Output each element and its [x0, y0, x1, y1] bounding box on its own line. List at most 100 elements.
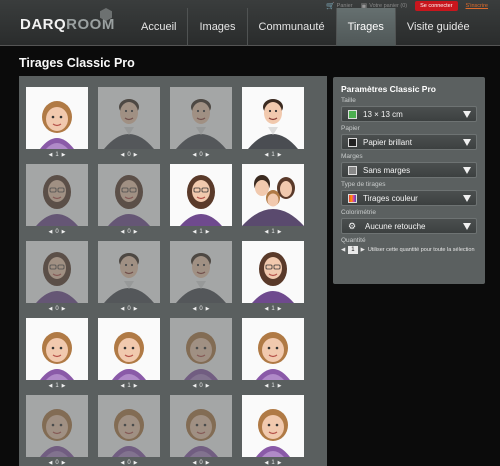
nav-item-4[interactable]: Visite guidée [394, 8, 481, 46]
dropdown-caret-icon [463, 139, 471, 146]
photo-quantity: 1 [271, 152, 275, 158]
select-2[interactable]: Sans marges [341, 162, 477, 178]
increase-arrow-icon[interactable]: ▶ [134, 229, 138, 235]
photo-thumbnail[interactable] [98, 318, 160, 380]
nav-item-2[interactable]: Communauté [246, 8, 336, 46]
decrease-arrow-icon[interactable]: ◀ [48, 383, 52, 389]
quantity-stepper: ◀ 1 ▶ [170, 228, 232, 236]
select-3[interactable]: Tirages couleur [341, 190, 477, 206]
dropdown-caret-icon [463, 223, 471, 230]
increase-arrow-icon[interactable]: ▶ [134, 383, 138, 389]
quantity-stepper: ◀ 1 ▶ [242, 305, 304, 313]
photo-thumbnail[interactable] [98, 241, 160, 303]
paper-icon [348, 137, 357, 147]
increase-arrow-icon[interactable]: ▶ [278, 383, 282, 389]
photo-thumbnail[interactable] [170, 87, 232, 149]
photo-thumbnail[interactable] [26, 318, 88, 380]
increase-arrow-icon[interactable]: ▶ [206, 383, 210, 389]
decrease-arrow-icon[interactable]: ◀ [120, 460, 124, 466]
photo-cell: ◀ 0 ▶ [170, 395, 232, 466]
photo-thumbnail[interactable] [242, 241, 304, 303]
nav-item-1[interactable]: Images [187, 8, 246, 46]
decrease-arrow-icon[interactable]: ◀ [120, 306, 124, 312]
decrease-arrow-icon[interactable]: ◀ [48, 306, 52, 312]
increase-arrow-icon[interactable]: ▶ [134, 460, 138, 466]
select-0[interactable]: 13 × 13 cm [341, 106, 477, 122]
quantity-decrease-icon[interactable]: ◀ [341, 247, 345, 253]
photo-quantity: 0 [199, 306, 203, 312]
photo-thumbnail[interactable] [170, 318, 232, 380]
increase-arrow-icon[interactable]: ▶ [278, 306, 282, 312]
size-icon [348, 109, 357, 119]
nav-item-3[interactable]: Tirages [335, 8, 395, 46]
nav-item-0[interactable]: Accueil [130, 8, 187, 46]
photo-quantity: 0 [55, 306, 59, 312]
increase-arrow-icon[interactable]: ▶ [62, 152, 66, 158]
decrease-arrow-icon[interactable]: ◀ [192, 306, 196, 312]
decrease-arrow-icon[interactable]: ◀ [192, 152, 196, 158]
photo-thumbnail[interactable] [242, 318, 304, 380]
decrease-arrow-icon[interactable]: ◀ [264, 306, 268, 312]
photo-thumbnail[interactable] [170, 395, 232, 457]
decrease-arrow-icon[interactable]: ◀ [48, 229, 52, 235]
photo-thumbnail[interactable] [98, 87, 160, 149]
settings-fields: Taille 13 × 13 cm Papier Papier brillant Mar… [341, 97, 477, 234]
photo-thumbnail[interactable] [98, 164, 160, 226]
decrease-arrow-icon[interactable]: ◀ [264, 229, 268, 235]
photo-cell: ◀ 0 ▶ [98, 164, 160, 236]
increase-arrow-icon[interactable]: ▶ [62, 460, 66, 466]
quantity-stepper: ◀ 1 ▶ [98, 382, 160, 390]
select-4[interactable]: ⚙ Aucune retouche [341, 218, 477, 234]
increase-arrow-icon[interactable]: ▶ [206, 460, 210, 466]
quantity-apply-text[interactable]: Utiliser cette quantité pour toute la sé… [368, 247, 475, 253]
increase-arrow-icon[interactable]: ▶ [206, 229, 210, 235]
photo-thumbnail[interactable] [242, 395, 304, 457]
photo-quantity: 0 [127, 229, 131, 235]
photo-thumbnail[interactable] [26, 164, 88, 226]
increase-arrow-icon[interactable]: ▶ [62, 306, 66, 312]
decrease-arrow-icon[interactable]: ◀ [48, 460, 52, 466]
decrease-arrow-icon[interactable]: ◀ [120, 229, 124, 235]
decrease-arrow-icon[interactable]: ◀ [192, 383, 196, 389]
quantity-input[interactable]: 1 [348, 246, 358, 254]
photo-cell: ◀ 1 ▶ [242, 164, 304, 236]
photo-thumbnail[interactable] [242, 87, 304, 149]
decrease-arrow-icon[interactable]: ◀ [120, 152, 124, 158]
decrease-arrow-icon[interactable]: ◀ [48, 152, 52, 158]
photo-quantity: 1 [271, 229, 275, 235]
increase-arrow-icon[interactable]: ▶ [278, 460, 282, 466]
photo-cell: ◀ 0 ▶ [26, 164, 88, 236]
increase-arrow-icon[interactable]: ▶ [62, 229, 66, 235]
photo-thumbnail[interactable] [170, 241, 232, 303]
photo-cell: ◀ 0 ▶ [98, 395, 160, 466]
settings-panel: Paramètres Classic Pro Taille 13 × 13 cm P… [333, 77, 485, 284]
select-1[interactable]: Papier brillant [341, 134, 477, 150]
decrease-arrow-icon[interactable]: ◀ [192, 460, 196, 466]
photo-quantity: 1 [271, 306, 275, 312]
increase-arrow-icon[interactable]: ▶ [206, 306, 210, 312]
increase-arrow-icon[interactable]: ▶ [62, 383, 66, 389]
decrease-arrow-icon[interactable]: ◀ [264, 152, 268, 158]
photo-thumbnail[interactable] [26, 395, 88, 457]
photo-cell: ◀ 0 ▶ [170, 87, 232, 159]
photo-quantity: 1 [271, 460, 275, 466]
quantity-stepper: ◀ 1 ▶ [242, 228, 304, 236]
photo-quantity: 1 [127, 383, 131, 389]
increase-arrow-icon[interactable]: ▶ [206, 152, 210, 158]
decrease-arrow-icon[interactable]: ◀ [192, 229, 196, 235]
increase-arrow-icon[interactable]: ▶ [278, 229, 282, 235]
decrease-arrow-icon[interactable]: ◀ [264, 460, 268, 466]
increase-arrow-icon[interactable]: ▶ [134, 306, 138, 312]
photo-thumbnail[interactable] [26, 87, 88, 149]
photo-cell: ◀ 0 ▶ [26, 395, 88, 466]
photo-thumbnail[interactable] [98, 395, 160, 457]
quantity-increase-icon[interactable]: ▶ [361, 247, 365, 253]
photo-thumbnail[interactable] [242, 164, 304, 226]
decrease-arrow-icon[interactable]: ◀ [120, 383, 124, 389]
increase-arrow-icon[interactable]: ▶ [278, 152, 282, 158]
quantity-label: Quantité [341, 237, 366, 244]
increase-arrow-icon[interactable]: ▶ [134, 152, 138, 158]
photo-thumbnail[interactable] [26, 241, 88, 303]
photo-thumbnail[interactable] [170, 164, 232, 226]
decrease-arrow-icon[interactable]: ◀ [264, 383, 268, 389]
